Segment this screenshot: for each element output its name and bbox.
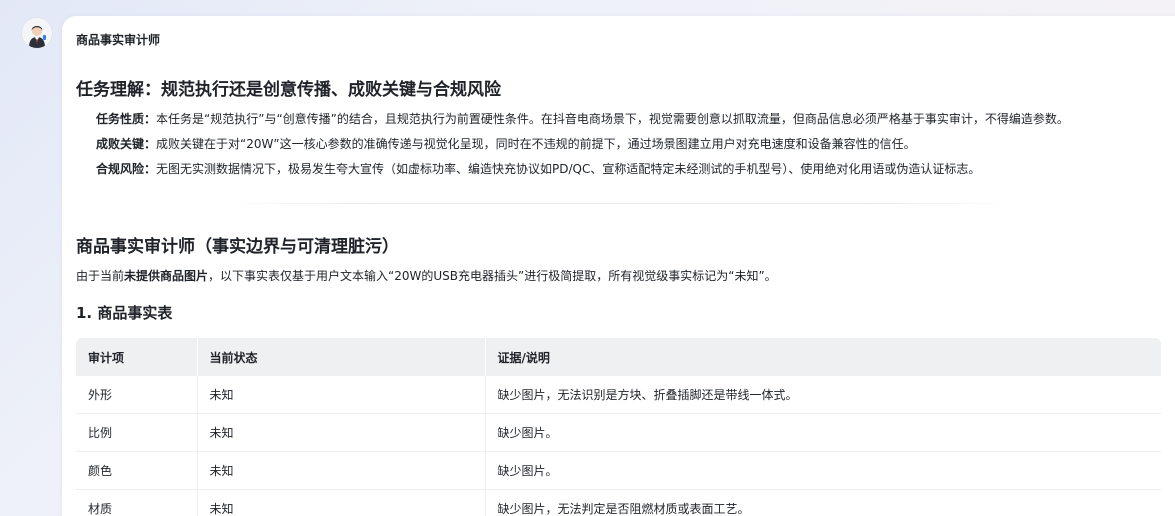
fact-intro-bold: 未提供商品图片 <box>124 269 209 283</box>
agent-avatar <box>21 17 53 49</box>
table-cell: 未知 <box>197 413 486 452</box>
agent-name: 商品事实审计师 <box>76 33 161 47</box>
fact-intro-prefix: 由于当前 <box>76 269 125 283</box>
fact-intro-paragraph: 由于当前未提供商品图片，以下事实表仅基于用户文本输入“20W的USB充电器插头”… <box>76 267 777 284</box>
task-nature-item: 任务性质：本任务是“规范执行”与“创意传播”的结合，且规范执行为前置硬性条件。在… <box>96 110 1069 127</box>
section-divider <box>222 203 1017 204</box>
table-row: 外形 未知 缺少图片，无法识别是方块、折叠插脚还是带线一体式。 <box>76 376 1161 414</box>
compliance-risk-item: 合规风险：无图无实测数据情况下，极易发生夸大宣传（如虚标功率、编造快充协议如PD… <box>96 160 980 177</box>
table-cell: 缺少图片，无法判定是否阻燃材质或表面工艺。 <box>485 489 1161 516</box>
table-header-evidence: 证据/说明 <box>485 338 1161 376</box>
fact-table: 审计项 当前状态 证据/说明 外形 未知 缺少图片，无法识别是方块、折叠插脚还是… <box>76 338 1161 516</box>
fact-table-heading: 1. 商品事实表 <box>76 304 173 322</box>
table-cell: 缺少图片，无法识别是方块、折叠插脚还是带线一体式。 <box>485 376 1161 414</box>
table-cell: 颜色 <box>76 451 198 490</box>
table-cell: 比例 <box>76 413 198 452</box>
success-key-item: 成败关键：成败关键在于对“20W”这一核心参数的准确传递与视觉化呈现，同时在不违… <box>96 135 916 152</box>
compliance-risk-text: 无图无实测数据情况下，极易发生夸大宣传（如虚标功率、编造快充协议如PD/QC、宣… <box>156 162 981 176</box>
table-cell: 外形 <box>76 376 198 414</box>
compliance-risk-label: 合规风险： <box>96 162 157 176</box>
task-understanding-heading: 任务理解：规范执行还是创意传播、成败关键与合规风险 <box>76 80 501 100</box>
table-cell: 未知 <box>197 489 486 516</box>
chat-message-card: 商品事实审计师 任务理解：规范执行还是创意传播、成败关键与合规风险 任务性质：本… <box>62 16 1175 516</box>
table-header-row: 审计项 当前状态 证据/说明 <box>76 338 1161 376</box>
table-cell: 未知 <box>197 451 486 490</box>
table-row: 材质 未知 缺少图片，无法判定是否阻燃材质或表面工艺。 <box>76 489 1161 516</box>
table-cell: 材质 <box>76 489 198 516</box>
success-key-text: 成败关键在于对“20W”这一核心参数的准确传递与视觉化呈现，同时在不违规的前提下… <box>156 137 916 151</box>
person-avatar-icon <box>22 18 52 48</box>
table-header-status: 当前状态 <box>197 338 486 376</box>
fact-auditor-heading: 商品事实审计师（事实边界与可清理脏污） <box>76 237 399 257</box>
fact-intro-suffix: ，以下事实表仅基于用户文本输入“20W的USB充电器插头”进行极简提取，所有视觉… <box>208 269 777 283</box>
table-cell: 缺少图片。 <box>485 413 1161 452</box>
table-header-audit-item: 审计项 <box>76 338 198 376</box>
task-nature-text: 本任务是“规范执行”与“创意传播”的结合，且规范执行为前置硬性条件。在抖音电商场… <box>156 112 1069 126</box>
table-row: 颜色 未知 缺少图片。 <box>76 451 1161 490</box>
table-cell: 缺少图片。 <box>485 451 1161 490</box>
task-nature-label: 任务性质： <box>96 112 157 126</box>
table-row: 比例 未知 缺少图片。 <box>76 413 1161 452</box>
table-cell: 未知 <box>197 376 486 414</box>
success-key-label: 成败关键： <box>96 137 157 151</box>
